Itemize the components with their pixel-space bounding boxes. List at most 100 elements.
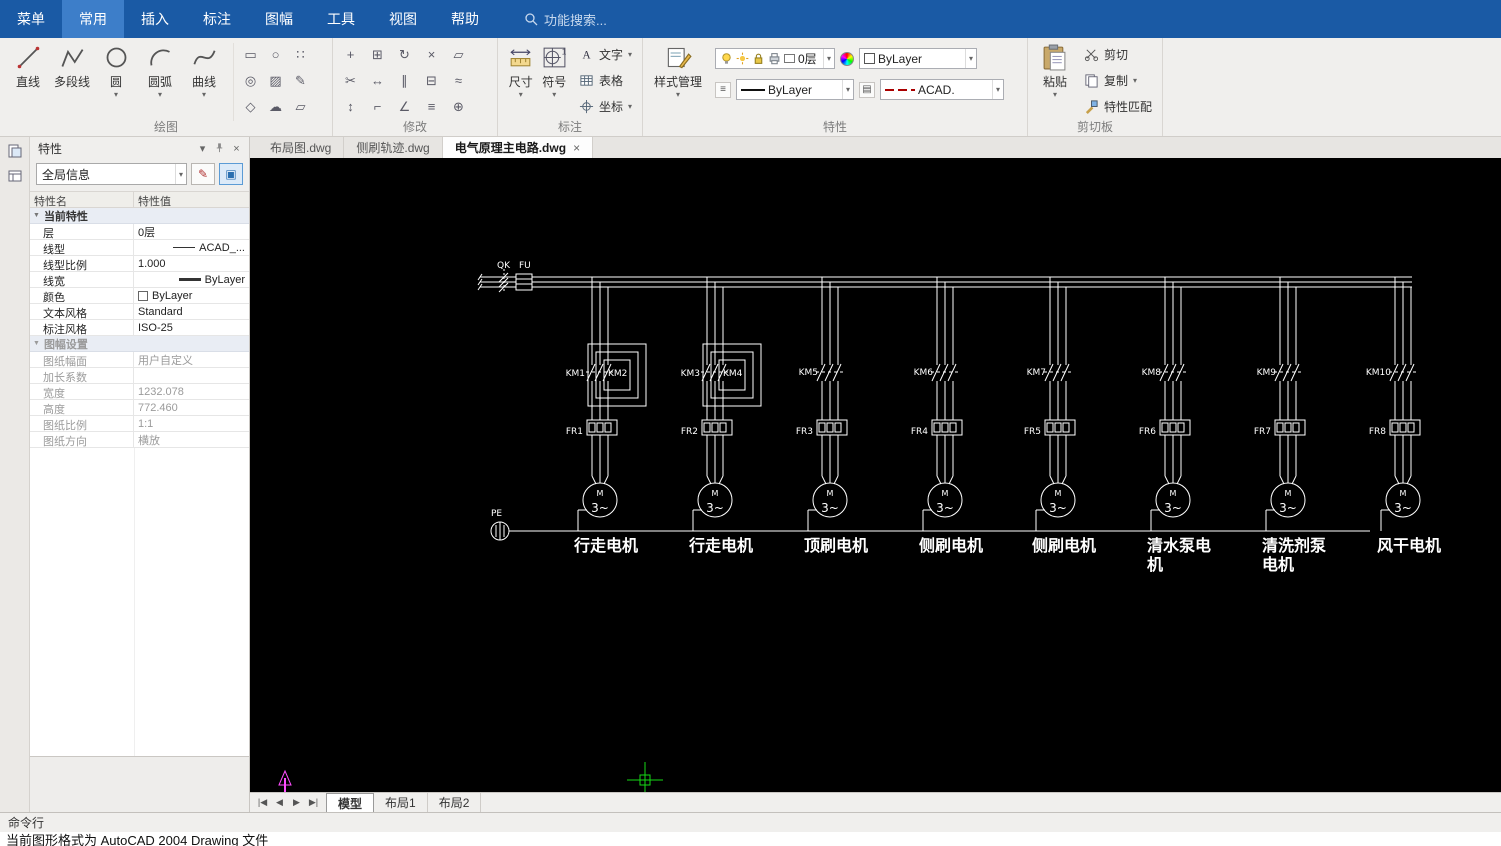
circle-button[interactable]: 圆 ▾ (94, 41, 138, 99)
extend-icon[interactable]: ↔ (366, 69, 389, 92)
property-row[interactable]: 图纸幅面 用户自定义 (30, 352, 249, 368)
cut-button[interactable]: 剪切 (1080, 41, 1156, 67)
table-button[interactable]: 表格 (575, 67, 636, 93)
draw-small-icons: ▭ ○ ∷ ◎ ▨ ✎ ◇ ☁ ▱ (233, 43, 314, 121)
point-icon[interactable]: ∷ (289, 43, 312, 66)
property-row[interactable]: 文本风格 Standard (30, 304, 249, 320)
rotate-icon[interactable]: ↻ (393, 43, 416, 66)
menu-tab-home[interactable]: 常用 (62, 0, 124, 38)
donut-icon[interactable]: ◎ (239, 69, 262, 92)
prev-tab-icon[interactable]: ◀ (271, 797, 288, 808)
drawing-canvas[interactable]: QK FU PE KM1 KM2 FR1 M 3~ 行走电机 KM3 KM4 FR2 M 3~ 行走电机 KM… (250, 158, 1501, 792)
dimension-icon (507, 44, 534, 71)
property-row[interactable]: 图纸比例 1:1 (30, 416, 249, 432)
sketch-icon[interactable]: ✎ (289, 69, 312, 92)
layout-tab-layout1[interactable]: 布局1 (374, 793, 428, 812)
erase-icon[interactable]: × (420, 43, 443, 66)
offset-icon[interactable]: ∥ (393, 69, 416, 92)
lineweight-dropdown[interactable]: ByLayer ▾ (736, 79, 854, 100)
color-wheel-icon[interactable] (840, 51, 854, 66)
next-tab-icon[interactable]: ▶ (288, 797, 305, 808)
property-section-header[interactable]: ▼ 图幅设置 (30, 336, 249, 352)
arc-button[interactable]: 圆弧 ▾ (138, 41, 182, 99)
polygon-icon[interactable]: ◇ (239, 95, 262, 118)
text-button[interactable]: A 文字 ▾ (575, 41, 636, 67)
copy-button[interactable]: 复制 ▾ (1080, 67, 1156, 93)
linetype-dropdown[interactable]: ACAD. ▾ (880, 79, 1004, 100)
mirror-icon[interactable]: ▱ (447, 43, 470, 66)
close-tab-icon[interactable]: × (573, 141, 580, 155)
menu-tab-insert[interactable]: 插入 (124, 0, 186, 38)
property-row[interactable]: 线型 ACAD_... (30, 240, 249, 256)
close-icon[interactable]: × (228, 143, 245, 155)
first-tab-icon[interactable]: |◀ (254, 797, 271, 808)
copy-icon[interactable]: ⊞ (366, 43, 389, 66)
menu-tab-menu[interactable]: 菜单 (0, 0, 62, 38)
color-dropdown[interactable]: ByLayer ▾ (859, 48, 977, 69)
chevron-down-icon[interactable]: ▾ (194, 142, 211, 155)
fillet-icon[interactable]: ⌐ (366, 95, 389, 118)
motor-branch: KM1 KM2 FR1 M 3~ 行走电机 (566, 277, 647, 555)
document-tab[interactable]: 布局图.dwg (258, 137, 345, 158)
property-section-header[interactable]: ▼ 当前特性 (30, 208, 249, 224)
document-tab[interactable]: 电气原理主电路.dwg × (442, 137, 594, 158)
selection-dropdown[interactable]: 全局信息 ▾ (36, 163, 187, 185)
menu-tab-view[interactable]: 视图 (372, 0, 434, 38)
menu-tab-tools[interactable]: 工具 (310, 0, 372, 38)
svg-text:M: M (1055, 489, 1062, 498)
paste-button[interactable]: 粘贴 ▾ (1034, 41, 1076, 99)
property-row[interactable]: 加长系数 (30, 368, 249, 384)
property-row[interactable]: 颜色 ByLayer (30, 288, 249, 304)
property-row[interactable]: 层 0层 (30, 224, 249, 240)
explode-icon[interactable]: ⊕ (447, 95, 470, 118)
sheet-set-icon[interactable] (5, 166, 25, 186)
match-properties-button[interactable]: 特性匹配 (1080, 93, 1156, 119)
quick-select-icon[interactable]: ✎ (191, 163, 215, 185)
hatch-icon[interactable]: ▨ (264, 69, 287, 92)
array-icon[interactable]: ⊟ (420, 69, 443, 92)
stretch-icon[interactable]: ↕ (339, 95, 362, 118)
menu-tab-help[interactable]: 帮助 (434, 0, 496, 38)
trim-icon[interactable]: ✂ (339, 69, 362, 92)
menu-tab-sheet[interactable]: 图幅 (248, 0, 310, 38)
layer-dropdown[interactable]: 0层 ▾ (715, 48, 835, 69)
symbol-button[interactable]: 1 符号 ▾ (537, 41, 570, 99)
menu-tab-annotate[interactable]: 标注 (186, 0, 248, 38)
layout-tab-model[interactable]: 模型 (326, 793, 375, 812)
lock-icon (752, 52, 765, 65)
spline-button[interactable]: 曲线 ▾ (182, 41, 226, 99)
revision-cloud-icon[interactable]: ☁ (264, 95, 287, 118)
property-row[interactable]: 宽度 1232.078 (30, 384, 249, 400)
last-tab-icon[interactable]: ▶| (305, 797, 322, 808)
property-row[interactable]: 标注风格 ISO-25 (30, 320, 249, 336)
rectangle-icon[interactable]: ▭ (239, 43, 262, 66)
ribbon-spacer (1163, 38, 1501, 136)
property-row[interactable]: 线型比例 1.000 (30, 256, 249, 272)
property-row[interactable]: 图纸方向 横放 (30, 432, 249, 448)
function-search[interactable]: 功能搜索... (524, 0, 607, 38)
break-icon[interactable]: ≡ (420, 95, 443, 118)
motor-branch: KM5 FR3 M 3~ 顶刷电机 (796, 277, 868, 555)
linetype-settings-icon[interactable]: ▤ (859, 81, 875, 98)
pin-icon[interactable] (211, 142, 228, 156)
chamfer-icon[interactable]: ∠ (393, 95, 416, 118)
svg-text:清洗剂泵: 清洗剂泵 (1262, 536, 1326, 555)
scale-icon[interactable]: ≈ (447, 69, 470, 92)
ellipse-icon[interactable]: ○ (264, 43, 287, 66)
line-button[interactable]: 直线 (6, 41, 50, 99)
wipeout-icon[interactable]: ▱ (289, 95, 312, 118)
svg-text:顶刷电机: 顶刷电机 (804, 536, 868, 555)
coordinate-button[interactable]: 坐标 ▾ (575, 93, 636, 119)
command-bar[interactable]: 命令行 (0, 812, 1501, 832)
polyline-button[interactable]: 多段线 (50, 41, 94, 99)
select-objects-icon[interactable]: ▣ (219, 163, 243, 185)
document-tab[interactable]: 侧刷轨迹.dwg (344, 137, 443, 158)
layout-tab-layout2[interactable]: 布局2 (428, 793, 482, 812)
move-icon[interactable]: + (339, 43, 362, 66)
style-manager-button[interactable]: 样式管理 ▾ (649, 41, 707, 99)
property-row[interactable]: 线宽 ByLayer (30, 272, 249, 288)
dimension-button[interactable]: 尺寸 ▾ (504, 41, 537, 99)
property-row[interactable]: 高度 772.460 (30, 400, 249, 416)
properties-palette-icon[interactable] (5, 141, 25, 161)
lineweight-settings-icon[interactable]: ≡ (715, 81, 731, 98)
